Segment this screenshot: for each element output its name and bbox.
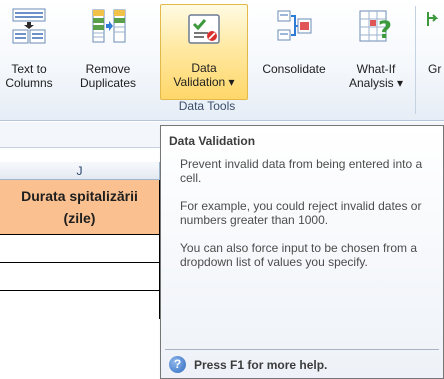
data-validation-button[interactable]: Data Validation ▾ xyxy=(160,4,248,100)
tooltip-body: Prevent invalid data from being entered … xyxy=(180,157,430,283)
text-to-columns-label: Text to Columns xyxy=(5,62,53,90)
data-validation-label: Data Validation ▾ xyxy=(173,61,235,89)
tooltip-help: ? Press F1 for more help. xyxy=(169,355,328,374)
help-icon: ? xyxy=(169,356,186,374)
ribbon-data-tools-group: Text to Columns Remove Duplicates Data V… xyxy=(0,0,444,121)
table-cell[interactable] xyxy=(0,263,160,291)
what-if-analysis-icon: ? xyxy=(359,10,392,44)
tooltip-paragraph: You can also force input to be chosen fr… xyxy=(180,241,418,269)
text-to-columns-icon xyxy=(12,8,46,44)
text-to-columns-button[interactable]: Text to Columns xyxy=(0,2,58,100)
svg-text:?: ? xyxy=(378,16,392,44)
header-cell[interactable]: Durata spitalizării (zile) xyxy=(0,180,160,235)
what-if-analysis-button[interactable]: ? What-If Analysis ▾ xyxy=(338,2,414,100)
group-label-data-tools: Data Tools xyxy=(178,99,236,113)
group-button-partial-label: Gr xyxy=(428,62,442,76)
remove-duplicates-label: Remove Duplicates xyxy=(79,62,137,90)
tooltip-title: Data Validation xyxy=(169,134,256,148)
arrow-icon xyxy=(427,12,439,26)
header-cell-line1: Durata spitalizării xyxy=(21,188,138,204)
what-if-analysis-label: What-If Analysis ▾ xyxy=(348,62,404,90)
consolidate-button[interactable]: Consolidate xyxy=(250,2,338,100)
group-button-partial[interactable]: Gr xyxy=(416,2,444,100)
tooltip-divider xyxy=(165,349,439,350)
data-validation-icon xyxy=(188,14,220,44)
header-cell-line2: (zile) xyxy=(63,210,96,226)
consolidate-label: Consolidate xyxy=(262,62,326,76)
column-header-j[interactable]: J xyxy=(0,162,160,180)
data-validation-tooltip: Data Validation Prevent invalid data fro… xyxy=(160,125,444,379)
remove-duplicates-icon xyxy=(92,9,126,43)
table-cell[interactable] xyxy=(0,291,160,319)
consolidate-icon xyxy=(277,10,312,41)
tooltip-paragraph: For example, you could reject invalid da… xyxy=(180,199,422,227)
tooltip-help-text: Press F1 for more help. xyxy=(194,357,328,372)
table-cell[interactable] xyxy=(0,235,160,263)
tooltip-paragraph: Prevent invalid data from being entered … xyxy=(180,157,423,185)
remove-duplicates-button[interactable]: Remove Duplicates xyxy=(57,2,159,100)
